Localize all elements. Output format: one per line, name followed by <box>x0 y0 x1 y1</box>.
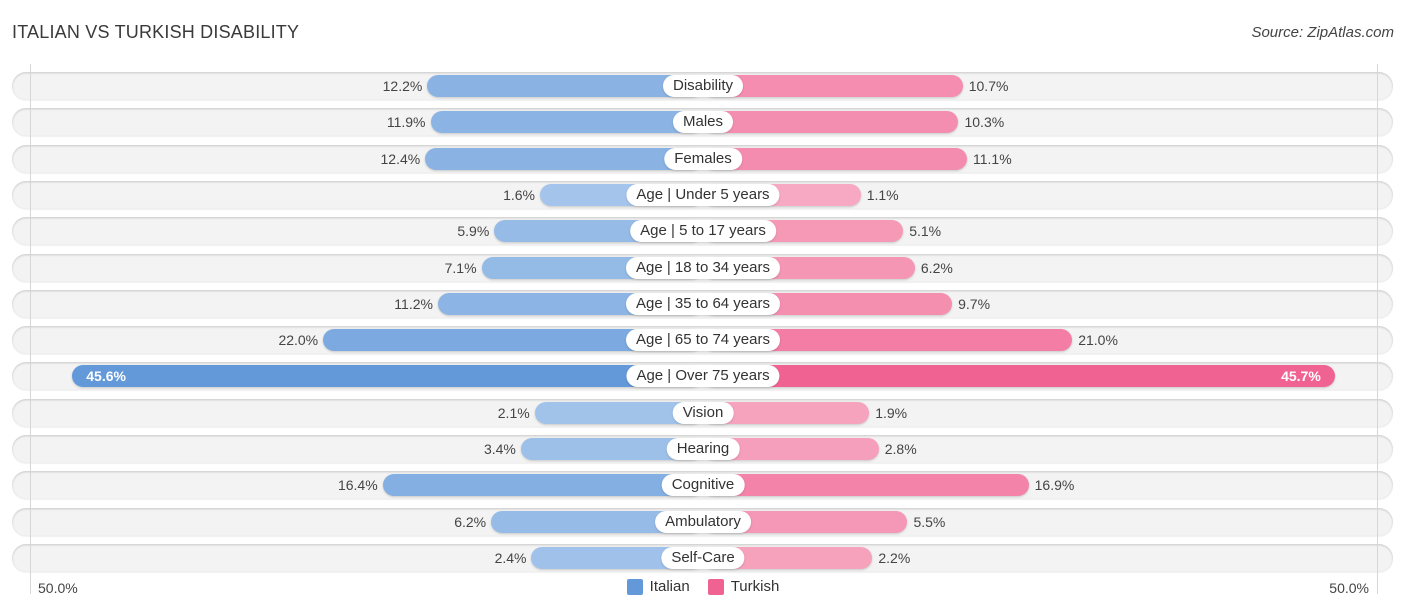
value-label-turkish: 6.2% <box>920 259 953 276</box>
value-label-italian: 6.2% <box>454 513 487 530</box>
bar-italian[interactable] <box>425 147 703 170</box>
value-label-turkish: 9.7% <box>958 295 991 312</box>
category-label: Females <box>664 147 742 170</box>
value-label-italian: 2.1% <box>497 404 530 421</box>
value-label-italian: 22.0% <box>278 332 319 349</box>
value-label-turkish: 5.1% <box>909 223 942 240</box>
bar-italian[interactable] <box>427 75 703 97</box>
bar-italian[interactable] <box>72 365 703 388</box>
value-label-italian: 11.2% <box>394 295 433 312</box>
value-label-italian: 12.2% <box>382 78 423 94</box>
legend-swatch-italian <box>626 578 643 595</box>
value-label-turkish: 5.5% <box>913 513 946 530</box>
value-label-italian: 3.4% <box>483 441 516 457</box>
category-label: Age | Under 5 years <box>626 183 780 206</box>
value-label-italian: 7.1% <box>444 259 477 276</box>
bar-turkish[interactable] <box>703 111 959 134</box>
category-label: Self-Care <box>661 546 745 569</box>
right-gridline <box>1377 64 1378 594</box>
value-label-turkish: 2.2% <box>878 549 911 566</box>
category-label: Age | 35 to 64 years <box>626 292 780 315</box>
category-label: Ambulatory <box>655 510 751 533</box>
value-label-italian: 16.4% <box>337 477 378 494</box>
legend-item-turkish[interactable]: Turkish <box>707 578 780 595</box>
value-label-turkish: 1.9% <box>875 404 908 421</box>
value-label-italian: 12.4% <box>380 150 421 167</box>
legend-item-italian[interactable]: Italian <box>626 578 690 595</box>
legend-label-turkish: Turkish <box>730 578 780 595</box>
value-label-italian: 2.4% <box>494 549 527 566</box>
value-label-italian: 5.9% <box>457 223 490 240</box>
category-label: Hearing <box>666 438 740 460</box>
chart-area: 12.2% 10.7% Disability 11.9% 10.3% Males 12.4%… <box>0 0 1406 612</box>
bar-turkish[interactable] <box>703 365 1335 388</box>
legend-label-italian: Italian <box>649 578 690 595</box>
category-label: Age | 5 to 17 years <box>630 220 776 243</box>
bar-italian[interactable] <box>382 474 703 497</box>
category-label: Cognitive <box>661 474 745 497</box>
value-label-italian: 1.6% <box>503 186 535 203</box>
value-label-turkish: 45.7% <box>1281 368 1321 385</box>
left-gridline <box>30 64 31 594</box>
value-label-turkish: 11.1% <box>972 150 1012 167</box>
category-label: Vision <box>672 401 734 424</box>
category-label: Age | 18 to 34 years <box>626 256 780 279</box>
value-label-turkish: 10.3% <box>964 114 1005 131</box>
value-label-turkish: 10.7% <box>968 78 1009 94</box>
value-label-turkish: 16.9% <box>1034 477 1075 494</box>
bar-italian[interactable] <box>430 111 703 134</box>
legend: Italian Turkish <box>0 578 1406 595</box>
legend-swatch-turkish <box>707 578 724 595</box>
value-label-turkish: 2.8% <box>884 441 917 457</box>
bar-turkish[interactable] <box>703 474 1029 497</box>
value-label-turkish: 21.0% <box>1078 332 1118 349</box>
value-label-italian: 11.9% <box>386 114 426 131</box>
category-label: Age | 65 to 74 years <box>626 329 780 352</box>
category-label: Age | Over 75 years <box>626 365 780 388</box>
category-label: Males <box>672 111 734 134</box>
value-label-turkish: 1.1% <box>866 186 899 203</box>
bar-turkish[interactable] <box>703 147 967 170</box>
category-label: Disability <box>662 75 744 97</box>
value-label-italian: 45.6% <box>86 368 126 385</box>
